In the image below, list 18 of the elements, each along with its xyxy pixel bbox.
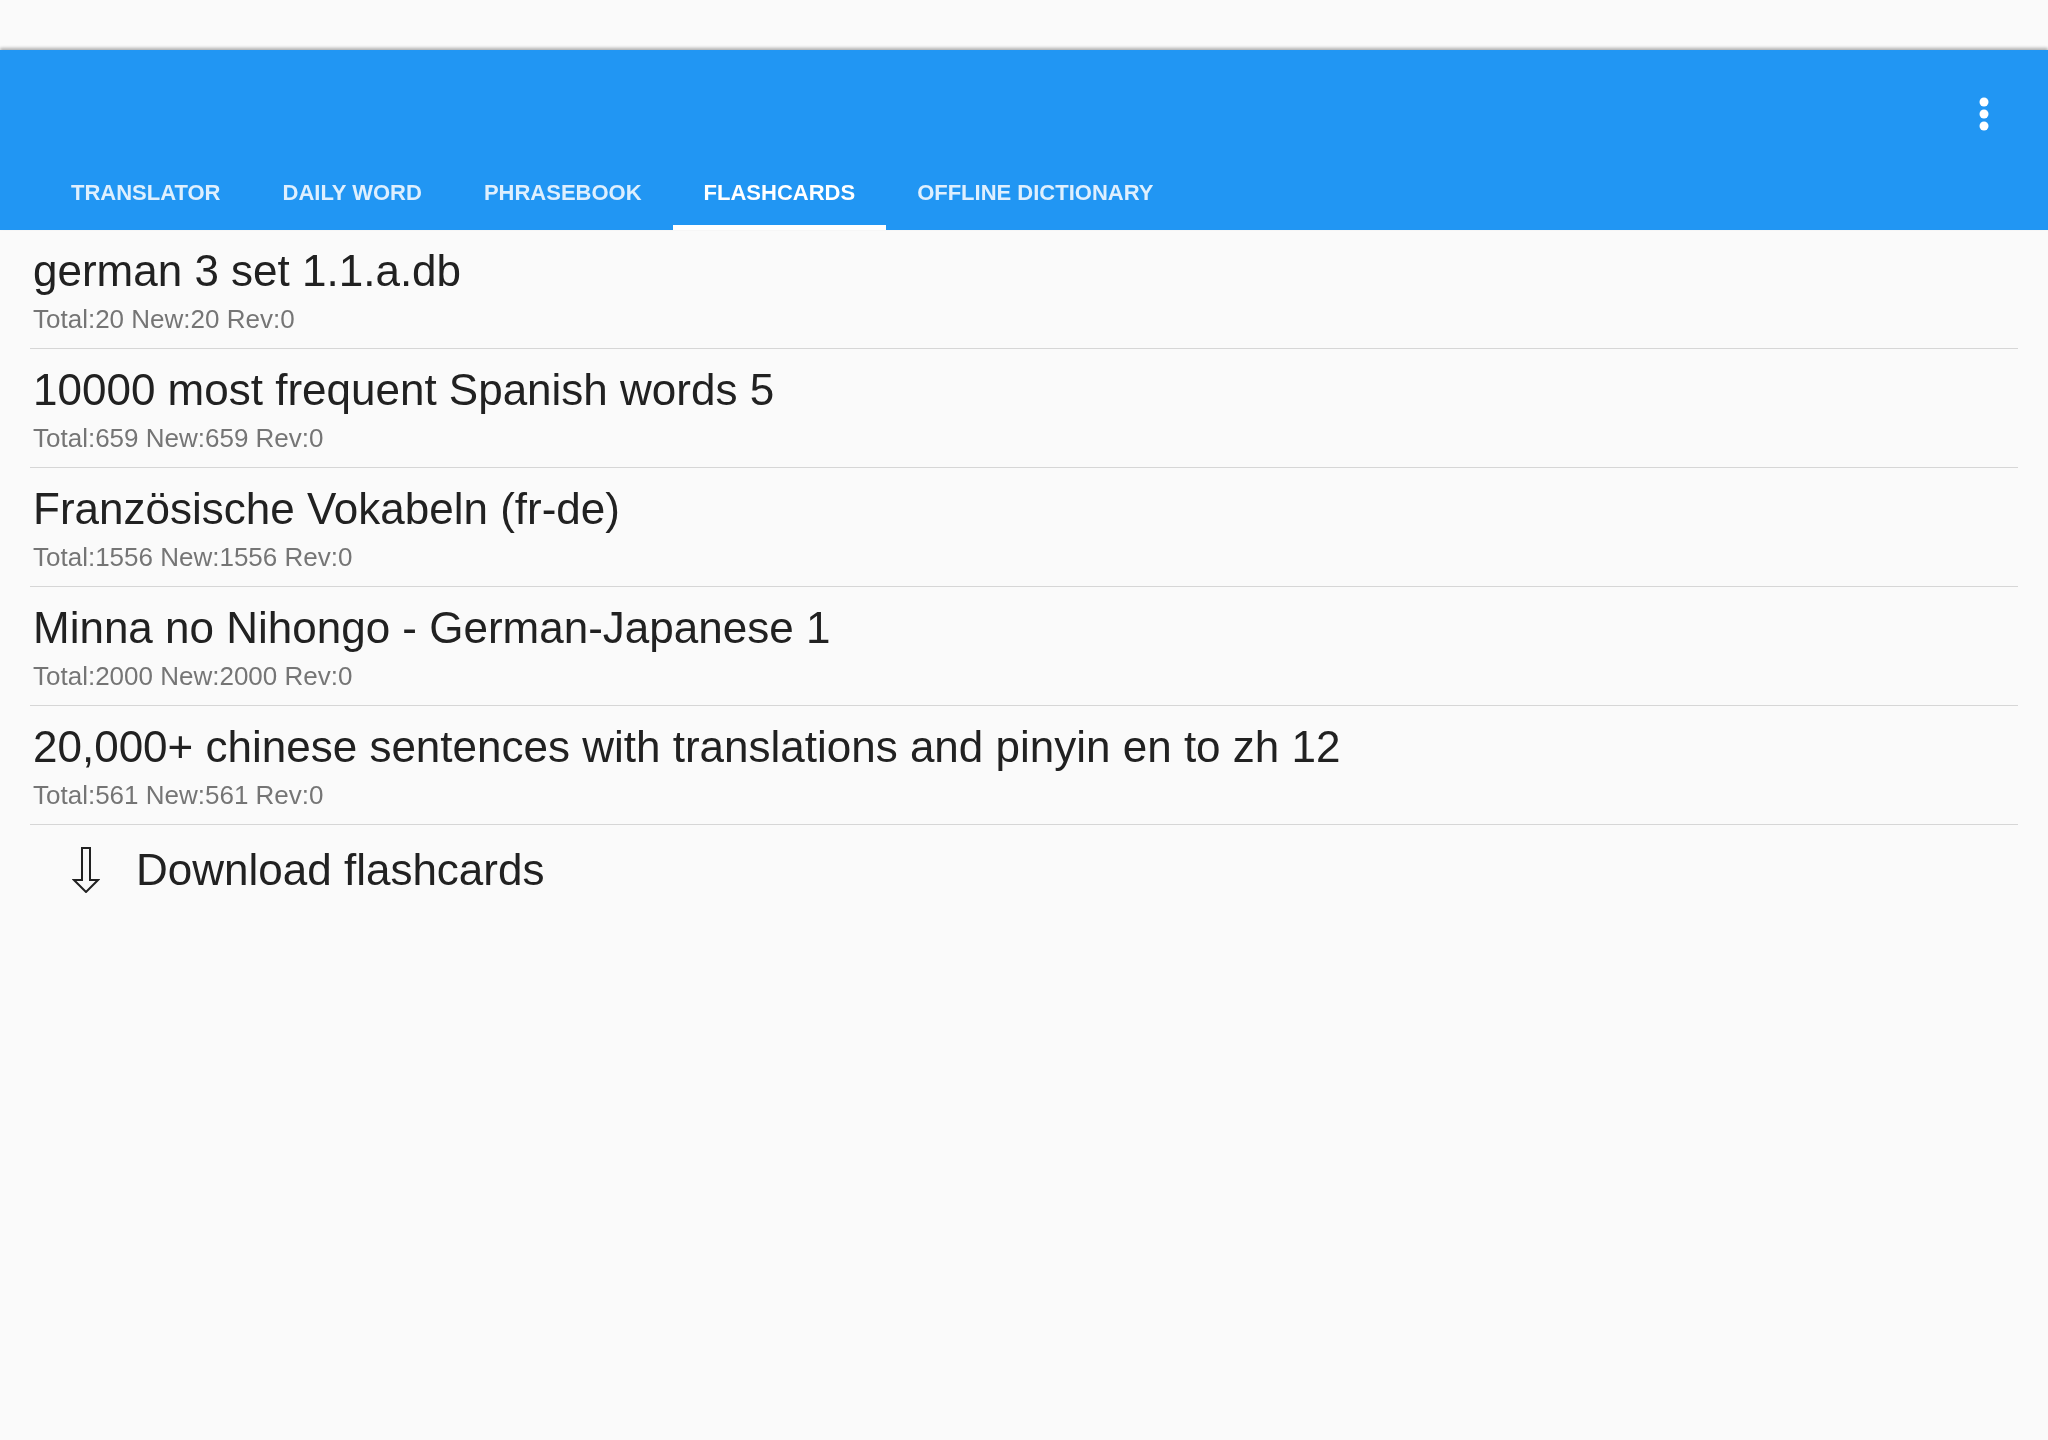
deck-list-item[interactable]: 20,000+ chinese sentences with translations and pinyin en to zh 12 Total:561 New:561 Rev:0 <box>30 706 2018 825</box>
deck-list-item[interactable]: Französische Vokabeln (fr-de) Total:1556 New:1556 Rev:0 <box>30 468 2018 587</box>
overflow-menu-icon[interactable] <box>1979 97 1989 131</box>
deck-title: 20,000+ chinese sentences with translations and pinyin en to zh 12 <box>33 722 1342 772</box>
deck-title: Minna no Nihongo - German-Japanese 1 <box>33 603 832 653</box>
down-arrow-icon <box>72 847 100 893</box>
download-flashcards-button[interactable]: Download flashcards <box>30 825 2018 895</box>
deck-title: 10000 most frequent Spanish words 5 <box>33 365 776 415</box>
deck-title: german 3 set 1.1.a.db <box>33 246 463 296</box>
deck-list-item[interactable]: Minna no Nihongo - German-Japanese 1 Total:2000 New:2000 Rev:0 <box>30 587 2018 706</box>
deck-list-item[interactable]: 10000 most frequent Spanish words 5 Total:659 New:659 Rev:0 <box>30 349 2018 468</box>
deck-list-item[interactable]: german 3 set 1.1.a.db Total:20 New:20 Rev:0 <box>30 230 2018 349</box>
deck-stats: Total:659 New:659 Rev:0 <box>33 423 325 453</box>
deck-stats: Total:2000 New:2000 Rev:0 <box>33 661 354 691</box>
deck-stats: Total:1556 New:1556 Rev:0 <box>33 542 354 572</box>
deck-title: Französische Vokabeln (fr-de) <box>33 484 621 534</box>
deck-stats: Total:20 New:20 Rev:0 <box>33 304 296 334</box>
deck-stats: Total:561 New:561 Rev:0 <box>33 780 325 810</box>
